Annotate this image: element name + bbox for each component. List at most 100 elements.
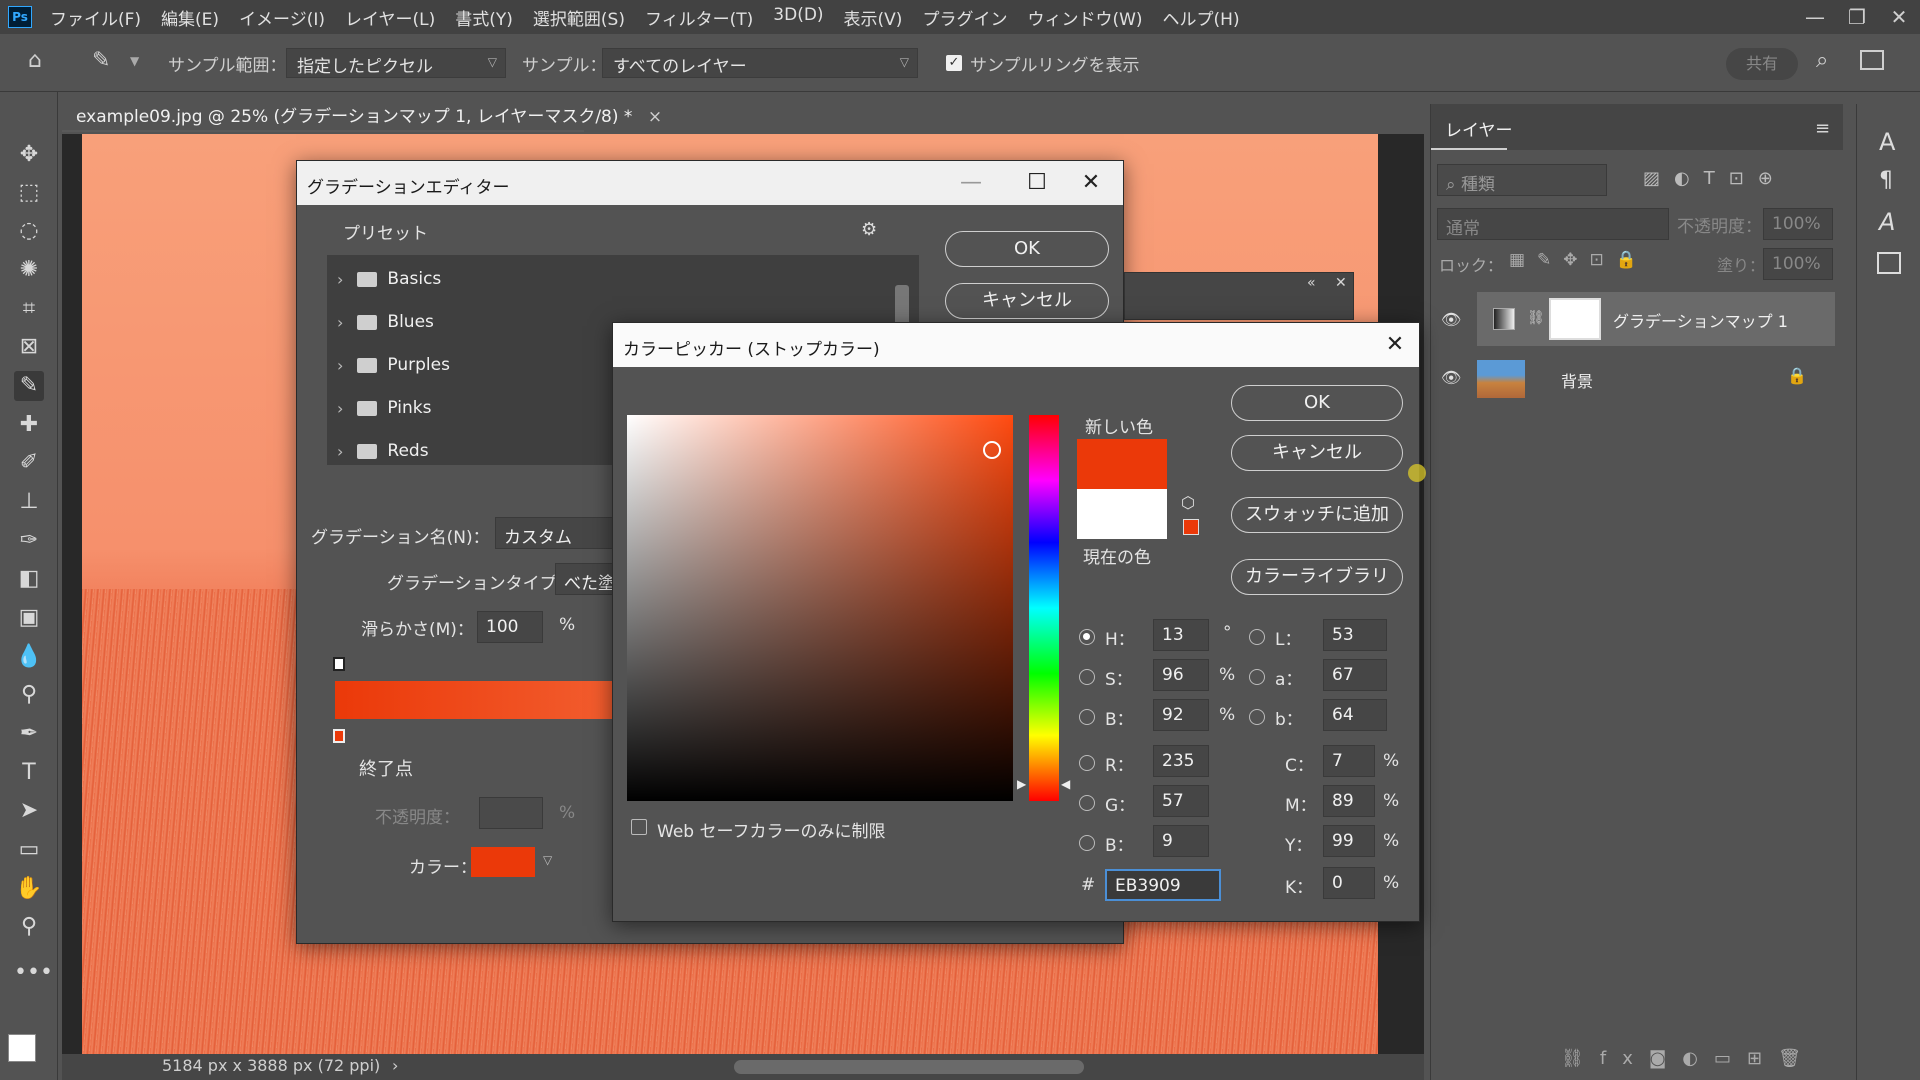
fill-field[interactable]: 100%	[1763, 248, 1833, 280]
layer-mask-thumbnail[interactable]	[1549, 298, 1601, 340]
minimize-icon[interactable]: —	[1794, 5, 1836, 29]
preset-folder-pinks[interactable]: › Pinks	[327, 388, 431, 428]
blur-tool-icon[interactable]: 💧	[14, 642, 44, 672]
chevron-right-icon[interactable]: ›	[337, 399, 343, 418]
close-tab-icon[interactable]: ×	[648, 107, 662, 127]
chevron-right-icon[interactable]: ›	[337, 356, 343, 375]
link-icon[interactable]: ⛓	[1527, 310, 1545, 326]
chevron-right-icon[interactable]: ›	[337, 313, 343, 332]
workspace-icon[interactable]	[1860, 50, 1884, 70]
collapse-icon[interactable]: «	[1307, 275, 1316, 291]
menu-item-8[interactable]: 表示(V)	[834, 5, 913, 30]
filter-icons[interactable]: ▨◐T⊡⊕	[1643, 168, 1787, 189]
lock-icons[interactable]: ▦✎✥⊡🔒	[1509, 250, 1649, 270]
paragraph-panel-icon[interactable]: ¶	[1879, 168, 1893, 193]
menu-item-5[interactable]: 選択範囲(S)	[523, 5, 635, 30]
radio-l[interactable]	[1249, 629, 1265, 645]
preset-folder-purples[interactable]: › Purples	[327, 345, 450, 385]
marquee-tool-icon[interactable]: ⬚	[14, 178, 44, 208]
ok-button[interactable]: OK	[945, 231, 1109, 267]
opacity-field[interactable]: 100%	[1763, 208, 1833, 240]
layer-filter-dropdown[interactable]: ⌕ 種類	[1437, 164, 1607, 196]
sample-range-dropdown[interactable]: 指定したピクセル ▽	[286, 48, 506, 78]
character-panel-icon[interactable]: A	[1879, 128, 1895, 156]
search-icon[interactable]: ⌕	[1816, 48, 1828, 73]
smoothness-field[interactable]: 100	[477, 611, 543, 643]
menu-item-2[interactable]: イメージ(I)	[229, 5, 335, 30]
frame-tool-icon[interactable]: ⊠	[14, 332, 44, 362]
sample-dropdown[interactable]: すべてのレイヤー ▽	[602, 48, 918, 78]
hex-field[interactable]: EB3909	[1105, 869, 1221, 901]
k-field[interactable]: 0	[1323, 867, 1375, 899]
radio-lab-b[interactable]	[1249, 709, 1265, 725]
visibility-eye-icon[interactable]: 👁	[1441, 310, 1461, 329]
maximize-icon[interactable]: ☐	[1017, 167, 1057, 199]
layers-tab[interactable]: レイヤー	[1445, 116, 1513, 141]
type-tool-icon[interactable]: T	[14, 758, 44, 788]
r-field[interactable]: 235	[1153, 745, 1209, 777]
brush-tool-icon[interactable]: ✐	[14, 448, 44, 478]
menu-item-0[interactable]: ファイル(F)	[40, 5, 151, 30]
chevron-right-icon[interactable]: ›	[392, 1056, 398, 1075]
add-to-swatches-button[interactable]: スウォッチに追加	[1231, 497, 1403, 533]
radio-a[interactable]	[1249, 669, 1265, 685]
hue-slider-right-arrow[interactable]: ◀	[1061, 777, 1070, 791]
menu-item-9[interactable]: プラグイン	[912, 5, 1017, 30]
radio-b[interactable]	[1079, 709, 1095, 725]
menu-item-7[interactable]: 3D(D)	[763, 5, 833, 30]
preset-folder-blues[interactable]: › Blues	[327, 302, 434, 342]
hue-slider[interactable]	[1029, 415, 1059, 801]
color-field-marker[interactable]	[983, 441, 1001, 459]
current-color-swatch[interactable]	[1077, 489, 1167, 539]
menu-item-6[interactable]: フィルター(T)	[635, 5, 763, 30]
b-field[interactable]: 92	[1153, 699, 1209, 731]
layer-row-gradient-map[interactable]: 👁 ⛓ グラデーションマップ 1	[1441, 292, 1835, 346]
foreground-color-swatch[interactable]	[8, 1034, 36, 1062]
layer-row-background[interactable]: 👁 背景 🔒	[1441, 352, 1835, 406]
home-icon[interactable]: ⌂	[28, 48, 42, 73]
m-field[interactable]: 89	[1323, 785, 1375, 817]
quick-select-tool-icon[interactable]: ✺	[14, 255, 44, 285]
cube-icon[interactable]: ⬡	[1181, 493, 1195, 512]
chevron-down-icon[interactable]: ▼	[130, 54, 139, 68]
menu-item-1[interactable]: 編集(E)	[151, 5, 229, 30]
move-tool-icon[interactable]: ✥	[14, 140, 44, 170]
menu-item-11[interactable]: ヘルプ(H)	[1153, 5, 1250, 30]
stamp-tool-icon[interactable]: ⊥	[14, 487, 44, 517]
visibility-eye-icon[interactable]: 👁	[1441, 368, 1461, 387]
cancel-button[interactable]: キャンセル	[945, 283, 1109, 319]
document-tab[interactable]: example09.jpg @ 25% (グラデーションマップ 1, レイヤーマ…	[62, 94, 662, 132]
hue-slider-left-arrow[interactable]: ▶	[1017, 777, 1026, 791]
more-tools-icon[interactable]: •••	[14, 958, 53, 988]
cancel-button[interactable]: キャンセル	[1231, 435, 1403, 471]
y-field[interactable]: 99	[1323, 825, 1375, 857]
rgb-b-field[interactable]: 9	[1153, 825, 1209, 857]
hand-tool-icon[interactable]: ✋	[14, 874, 44, 904]
close-icon[interactable]: ✕	[1335, 275, 1347, 291]
pen-tool-icon[interactable]: ✒	[14, 719, 44, 749]
path-select-icon[interactable]: ➤	[14, 796, 44, 826]
stop-color-swatch[interactable]	[471, 847, 535, 877]
healing-tool-icon[interactable]: ✚	[14, 410, 44, 440]
preset-folder-basics[interactable]: › Basics	[327, 259, 441, 299]
a-field[interactable]: 67	[1323, 659, 1387, 691]
gradient-tool-icon[interactable]: ▣	[14, 603, 44, 633]
close-app-icon[interactable]: ✕	[1878, 5, 1920, 29]
layer-actions-icons[interactable]: ⛓fx◙◐▭⊞🗑	[1561, 1048, 1817, 1069]
glyphs-panel-icon[interactable]: A	[1879, 208, 1895, 236]
ok-button[interactable]: OK	[1231, 385, 1403, 421]
share-button[interactable]: 共有	[1726, 48, 1798, 80]
menu-item-4[interactable]: 書式(Y)	[445, 5, 523, 30]
history-brush-icon[interactable]: ✑	[14, 526, 44, 556]
panel-menu-icon[interactable]: ≡	[1815, 118, 1830, 139]
web-safe-checkbox[interactable]	[631, 819, 647, 835]
lasso-tool-icon[interactable]: ◌	[14, 216, 44, 246]
opacity-stop-handle[interactable]	[333, 657, 345, 671]
chevron-right-icon[interactable]: ›	[337, 270, 343, 289]
close-icon[interactable]: ✕	[1375, 329, 1415, 361]
chevron-down-icon[interactable]: ▽	[543, 853, 552, 867]
radio-h[interactable]	[1079, 629, 1095, 645]
s-field[interactable]: 96	[1153, 659, 1209, 691]
radio-g[interactable]	[1079, 795, 1095, 811]
radio-r[interactable]	[1079, 755, 1095, 771]
